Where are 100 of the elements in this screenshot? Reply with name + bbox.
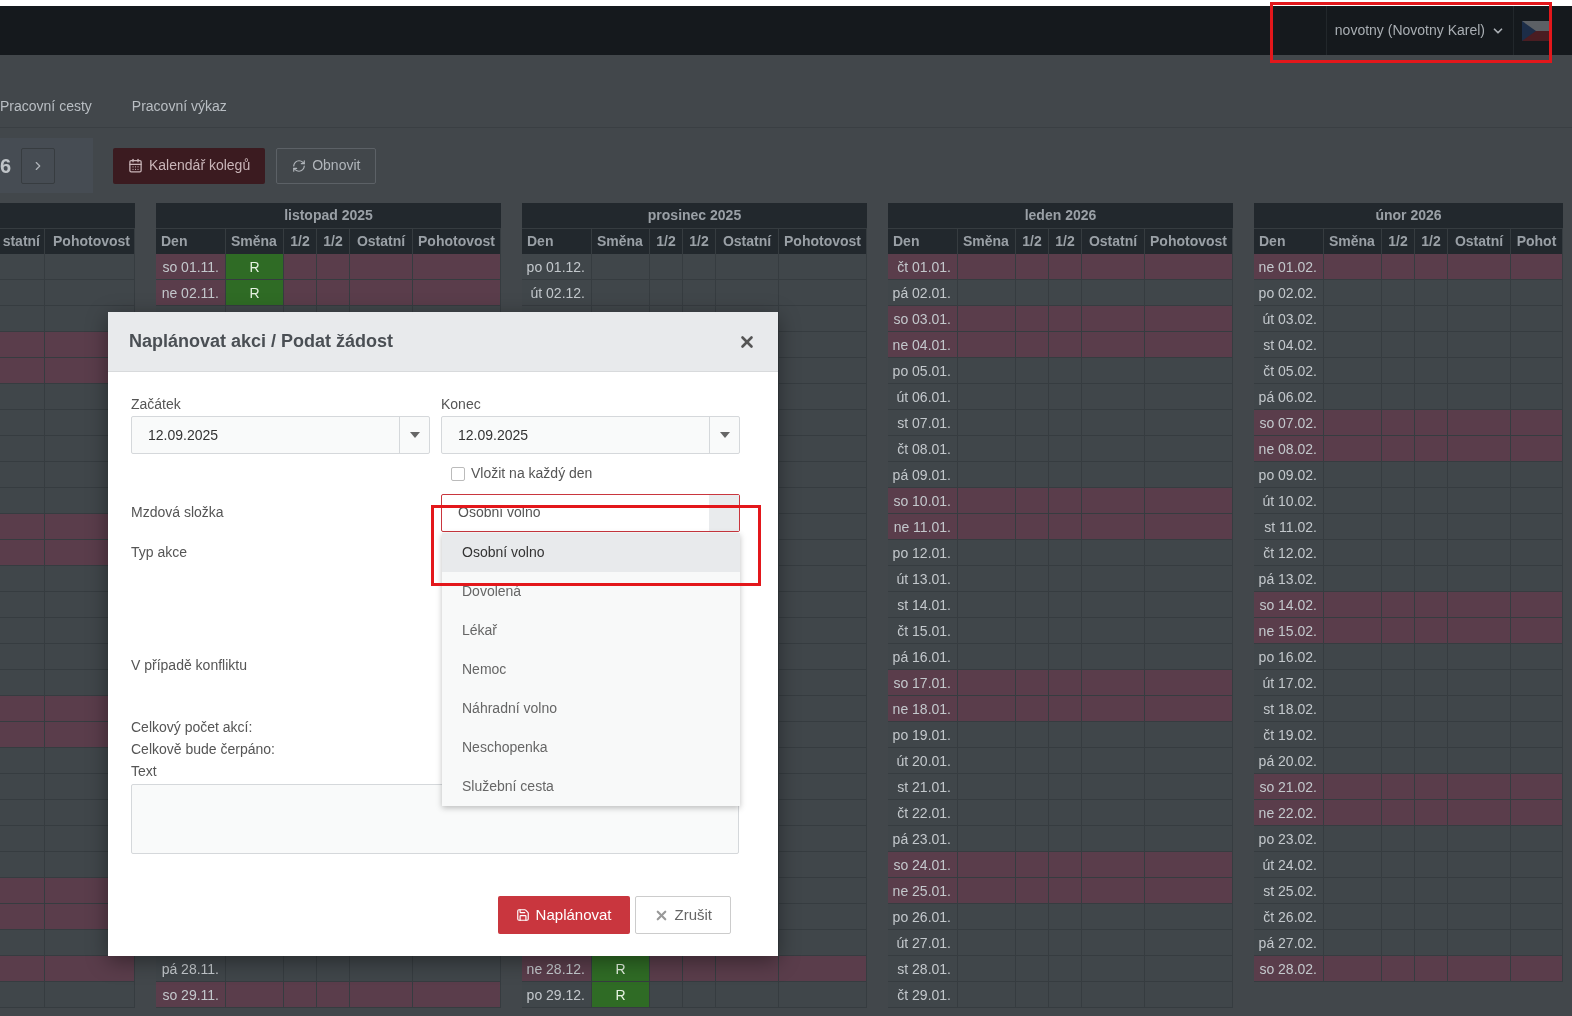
next-button[interactable] bbox=[21, 147, 56, 184]
date-field[interactable]: 12.09.2025 bbox=[441, 416, 740, 454]
day-cell: út 24.02. bbox=[1254, 852, 1324, 877]
day-cell: so 17.01. bbox=[888, 670, 958, 695]
day-cell: út 27.01. bbox=[888, 930, 958, 955]
calendar-icon bbox=[128, 158, 143, 173]
day-cell: so 28.02. bbox=[1254, 956, 1324, 981]
day-cell: st 18.02. bbox=[1254, 696, 1324, 721]
day-cell: čt 01.01. bbox=[888, 254, 958, 279]
day-cell: so 29.11. bbox=[156, 982, 226, 1007]
day-cell: pá 16.01. bbox=[888, 644, 958, 669]
field-label: Text bbox=[131, 762, 157, 781]
period-label: 6 bbox=[0, 153, 12, 179]
month-title: prosinec 2025 bbox=[522, 203, 867, 228]
colleagues-calendar-button[interactable]: Kalendář kolegů bbox=[113, 147, 266, 184]
day-cell: ne 11.01. bbox=[888, 514, 958, 539]
day-cell: čt 05.02. bbox=[1254, 358, 1324, 383]
nav-tab[interactable]: Pracovní cesty bbox=[0, 96, 92, 117]
field-label: V případě konfliktu bbox=[131, 656, 247, 675]
date-value: 12.09.2025 bbox=[457, 426, 530, 445]
day-cell: čt 15.01. bbox=[888, 618, 958, 643]
field-label: Typ akce bbox=[131, 543, 188, 562]
month-title: listopad 2025 bbox=[156, 203, 501, 228]
checkbox-label: Vložit na každý den bbox=[471, 464, 593, 483]
day-cell: st 21.01. bbox=[888, 774, 958, 799]
shift-cell: R bbox=[592, 982, 650, 1007]
day-cell: čt 19.02. bbox=[1254, 722, 1324, 747]
save-icon bbox=[515, 908, 530, 922]
dropdown-option[interactable]: Osobní volno bbox=[442, 533, 740, 572]
day-cell: čt 26.02. bbox=[1254, 904, 1324, 929]
day-cell: st 04.02. bbox=[1254, 332, 1324, 357]
day-cell: so 03.01. bbox=[888, 306, 958, 331]
flag-icon[interactable] bbox=[1522, 20, 1550, 41]
day-cell: ne 15.02. bbox=[1254, 618, 1324, 643]
day-cell: st 07.01. bbox=[888, 410, 958, 435]
caret-icon bbox=[409, 432, 420, 438]
dropdown-option[interactable]: Dovolená bbox=[442, 572, 740, 611]
day-cell: po 05.01. bbox=[888, 358, 958, 383]
day-cell: út 10.02. bbox=[1254, 488, 1324, 513]
day-cell: út 06.01. bbox=[888, 384, 958, 409]
day-cell: pá 13.02. bbox=[1254, 566, 1324, 591]
schedule-button[interactable]: Naplánovat bbox=[497, 896, 630, 934]
day-cell: pá 06.02. bbox=[1254, 384, 1324, 409]
day-cell: so 10.01. bbox=[888, 488, 958, 513]
dropdown-option[interactable]: Neschopenka bbox=[442, 728, 740, 767]
refresh-icon bbox=[292, 158, 307, 173]
date-field[interactable]: 12.09.2025 bbox=[131, 416, 430, 454]
day-cell: čt 12.02. bbox=[1254, 540, 1324, 565]
day-cell: st 25.02. bbox=[1254, 878, 1324, 903]
day-cell: pá 20.02. bbox=[1254, 748, 1324, 773]
shift-cell: R bbox=[226, 280, 284, 305]
day-cell: ne 18.01. bbox=[888, 696, 958, 721]
day-cell: ne 04.01. bbox=[888, 332, 958, 357]
day-cell: st 28.01. bbox=[888, 956, 958, 981]
day-cell: so 07.02. bbox=[1254, 410, 1324, 435]
shift-cell: R bbox=[592, 956, 650, 981]
day-cell: po 12.01. bbox=[888, 540, 958, 565]
summary-label: Celkově bude čerpáno: bbox=[131, 740, 275, 759]
nav-tab[interactable]: Pracovní výkaz bbox=[131, 96, 227, 117]
day-cell: út 03.02. bbox=[1254, 306, 1324, 331]
day-cell: po 02.02. bbox=[1254, 280, 1324, 305]
refresh-button[interactable]: Obnovit bbox=[276, 147, 377, 184]
dropdown-option[interactable]: Náhradní volno bbox=[442, 689, 740, 728]
day-cell: po 23.02. bbox=[1254, 826, 1324, 851]
modal-title: Naplánovat akci / Podat žádost bbox=[129, 330, 394, 353]
month-title: leden 2026 bbox=[888, 203, 1233, 228]
day-cell: po 01.12. bbox=[522, 254, 592, 279]
day-cell: po 16.02. bbox=[1254, 644, 1324, 669]
day-cell: ne 08.02. bbox=[1254, 436, 1324, 461]
day-cell: út 17.02. bbox=[1254, 670, 1324, 695]
date-value: 12.09.2025 bbox=[147, 426, 220, 445]
day-cell: po 09.02. bbox=[1254, 462, 1324, 487]
checkbox[interactable] bbox=[451, 466, 465, 481]
day-cell: út 20.01. bbox=[888, 748, 958, 773]
day-cell: st 14.01. bbox=[888, 592, 958, 617]
day-cell: po 26.01. bbox=[888, 904, 958, 929]
field-label: Začátek bbox=[131, 395, 182, 414]
day-cell: čt 29.01. bbox=[888, 982, 958, 1007]
dropdown-option[interactable]: Služební cesta bbox=[442, 767, 740, 806]
day-cell: pá 23.01. bbox=[888, 826, 958, 851]
day-cell: so 21.02. bbox=[1254, 774, 1324, 799]
day-cell: čt 08.01. bbox=[888, 436, 958, 461]
user-menu[interactable]: novotny (Novotny Karel) bbox=[1326, 6, 1514, 55]
day-cell: st 11.02. bbox=[1254, 514, 1324, 539]
month-title: únor 2026 bbox=[1254, 203, 1563, 228]
day-cell: so 14.02. bbox=[1254, 592, 1324, 617]
day-cell: út 13.01. bbox=[888, 566, 958, 591]
day-cell: ne 22.02. bbox=[1254, 800, 1324, 825]
field-label: Mzdová složka bbox=[131, 503, 225, 522]
caret-icon bbox=[719, 432, 730, 438]
day-cell: pá 09.01. bbox=[888, 462, 958, 487]
day-cell: čt 22.01. bbox=[888, 800, 958, 825]
cancel-button[interactable]: Zrušit bbox=[634, 896, 731, 934]
dropdown-option[interactable]: Lékař bbox=[442, 611, 740, 650]
day-cell: pá 27.02. bbox=[1254, 930, 1324, 955]
summary-label: Celkový počet akcí: bbox=[131, 718, 253, 737]
field-label: Konec bbox=[441, 395, 482, 414]
dropdown-option[interactable]: Nemoc bbox=[442, 650, 740, 689]
day-cell: po 19.01. bbox=[888, 722, 958, 747]
day-cell: ne 25.01. bbox=[888, 878, 958, 903]
